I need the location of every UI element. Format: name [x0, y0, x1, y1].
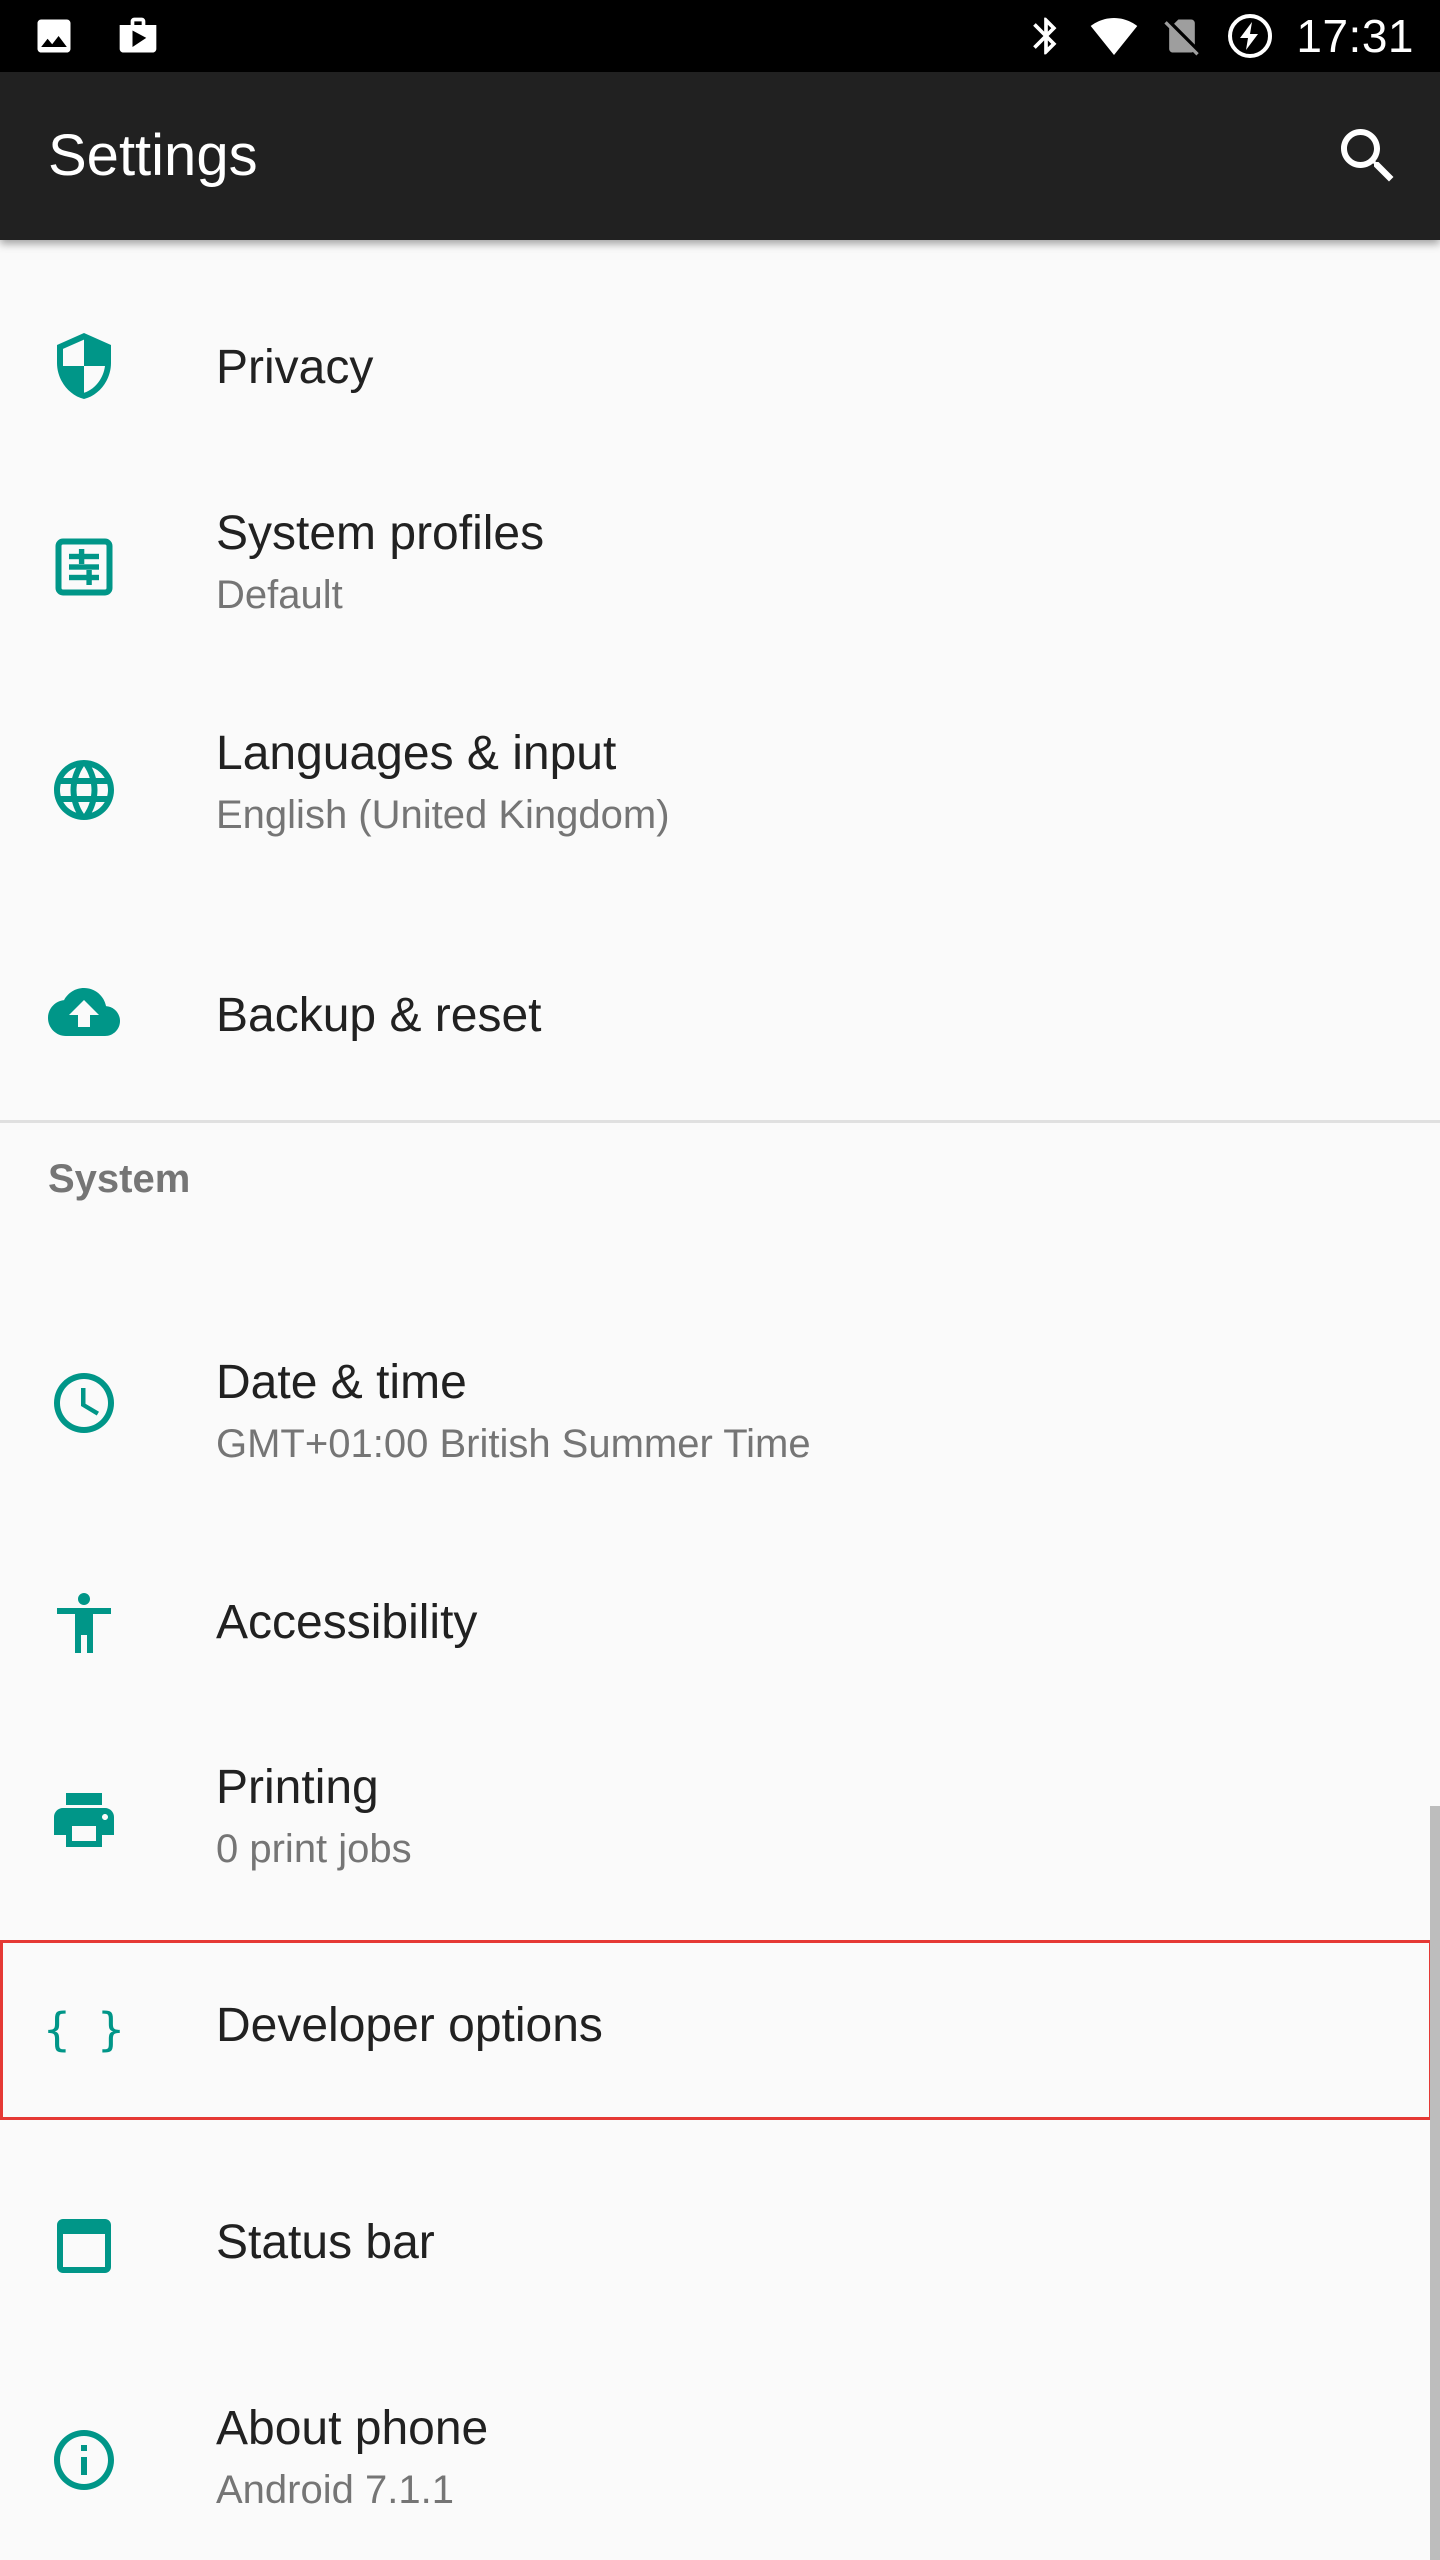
clock-icon — [48, 1367, 120, 1439]
setting-title: Developer options — [216, 1999, 603, 2052]
shield-icon — [48, 330, 120, 402]
setting-item-printing[interactable]: Printing 0 print jobs — [0, 1715, 1440, 1935]
setting-item-languages[interactable]: Languages & input English (United Kingdo… — [0, 680, 1440, 900]
status-bar: 17:31 — [0, 0, 1440, 72]
status-bar-notifications — [32, 14, 160, 58]
setting-summary: Default — [216, 573, 343, 617]
settings-screen: 17:31 Settings Privacy System profiles D… — [0, 0, 1440, 2560]
wifi-icon — [1090, 12, 1138, 60]
setting-summary: English (United Kingdom) — [216, 793, 670, 837]
accessibility-icon — [48, 1587, 120, 1659]
setting-item-system-profiles[interactable]: System profiles Default — [0, 460, 1440, 680]
setting-title: Backup & reset — [216, 989, 542, 1042]
search-icon — [1332, 129, 1404, 196]
setting-item-developer-options[interactable]: { } Developer options — [0, 1942, 1440, 2117]
setting-title: System profiles — [216, 507, 545, 560]
braces-icon: { } — [48, 1994, 120, 2066]
setting-item-status-bar[interactable]: Status bar — [0, 2137, 1440, 2357]
search-button[interactable] — [1332, 120, 1404, 192]
setting-item-backup-reset[interactable]: Backup & reset — [0, 900, 1440, 1120]
printer-icon — [48, 1784, 120, 1856]
profiles-icon — [48, 531, 120, 603]
status-bar-icon — [48, 2210, 120, 2282]
setting-title: Languages & input — [216, 727, 617, 780]
status-time: 17:31 — [1296, 10, 1414, 62]
section-divider — [0, 1120, 1440, 1123]
setting-summary: Android 7.1.1 — [216, 2468, 454, 2512]
setting-item-privacy[interactable]: Privacy — [0, 240, 1440, 460]
bluetooth-icon — [1024, 14, 1068, 58]
no-sim-icon — [1160, 14, 1204, 58]
setting-summary: 0 print jobs — [216, 1827, 412, 1871]
play-store-notification-icon — [116, 14, 160, 58]
setting-summary: GMT+01:00 British Summer Time — [216, 1422, 811, 1466]
setting-item-date-time[interactable]: Date & time GMT+01:00 British Summer Tim… — [0, 1275, 1440, 1495]
setting-title: Accessibility — [216, 1596, 478, 1649]
svg-text:{ }: { } — [48, 2003, 120, 2056]
setting-title: About phone — [216, 2402, 489, 2455]
status-bar-system-icons: 17:31 — [1024, 0, 1414, 72]
setting-item-about-phone[interactable]: About phone Android 7.1.1 — [0, 2347, 1440, 2560]
page-title: Settings — [48, 123, 258, 188]
cloud-upload-icon — [48, 976, 120, 1048]
scrollbar[interactable] — [1430, 1806, 1440, 2560]
setting-title: Printing — [216, 1761, 379, 1814]
setting-item-accessibility[interactable]: Accessibility — [0, 1495, 1440, 1715]
info-icon — [48, 2424, 120, 2496]
globe-icon — [48, 754, 120, 826]
setting-title: Date & time — [216, 1356, 467, 1409]
app-bar: Settings — [0, 72, 1440, 240]
section-header-system: System — [48, 1157, 191, 1201]
setting-title: Status bar — [216, 2216, 435, 2269]
battery-charging-icon — [1226, 12, 1274, 60]
image-notification-icon — [32, 14, 76, 58]
setting-title: Privacy — [216, 341, 374, 394]
